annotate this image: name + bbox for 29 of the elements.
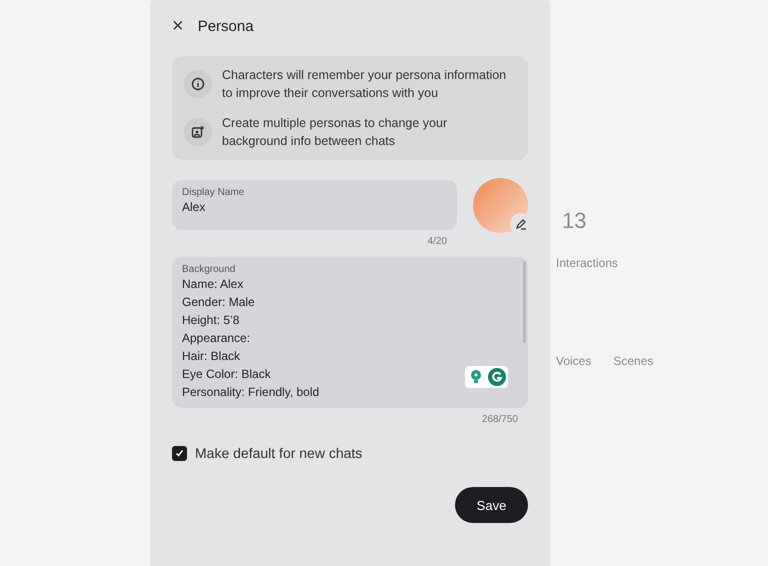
background-text-line: Personality: Friendly, bold xyxy=(182,384,320,401)
background-text-line: Gender: Male xyxy=(182,294,255,311)
checkmark-icon xyxy=(175,448,184,458)
checkbox[interactable] xyxy=(172,446,187,460)
background-text-line: Eye Color: Black xyxy=(182,366,271,383)
stat-number: 13 xyxy=(562,208,586,234)
background-field[interactable]: Background Name: Alex Gender: Male Height: 5’8 Appearance: Hair: Black Eye Color: Black Personality: Friendly, bold xyxy=(172,257,528,408)
pencil-icon xyxy=(515,218,527,230)
background-text-line: Name: Alex xyxy=(182,276,244,293)
display-name-field[interactable]: Display Name Alex xyxy=(172,180,457,230)
background-text-line: Appearance: xyxy=(182,330,250,347)
field-value: Alex xyxy=(182,199,206,216)
character-counter: 268/750 xyxy=(482,414,518,425)
person-plus-icon xyxy=(191,125,205,139)
field-label: Background xyxy=(182,264,236,275)
info-text: Create multiple personas to change your background info between chats xyxy=(222,115,448,150)
save-button[interactable]: Save xyxy=(455,487,528,523)
g-logo-icon xyxy=(488,368,506,386)
close-button[interactable]: × xyxy=(172,16,184,36)
checkbox-label: Make default for new chats xyxy=(195,445,362,461)
character-counter: 4/20 xyxy=(428,236,447,247)
background-text-line: Height: 5’8 xyxy=(182,312,240,329)
background-text-line: Hair: Black xyxy=(182,348,240,365)
info-icon xyxy=(191,77,205,91)
stat-label: Interactions xyxy=(556,256,618,270)
dialog-title: Persona xyxy=(198,18,254,34)
info-text: Characters will remember your persona information to improve their conversations with you xyxy=(222,67,507,102)
writing-assistant-widget[interactable] xyxy=(465,366,508,388)
field-label: Display Name xyxy=(182,187,246,198)
